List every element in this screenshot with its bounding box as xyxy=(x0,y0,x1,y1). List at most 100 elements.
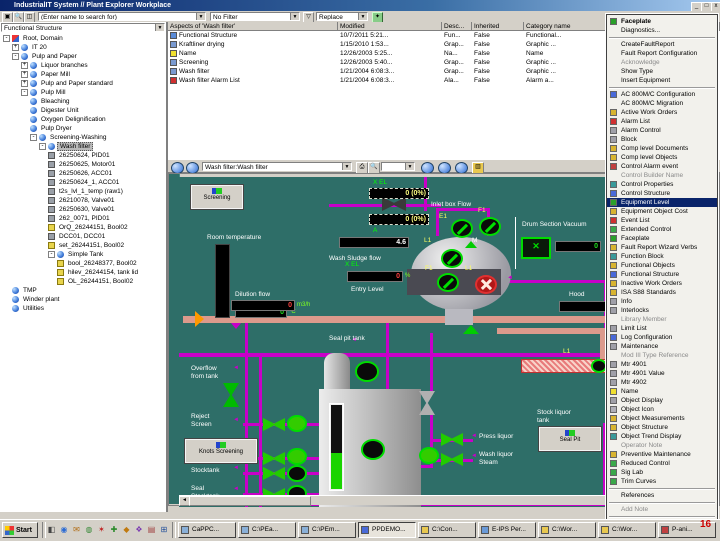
task-button[interactable]: C:\PEa... xyxy=(238,522,296,538)
menu-item[interactable]: Mtr 4902 xyxy=(607,378,717,387)
menu-item[interactable]: Control Alarm event xyxy=(607,162,717,171)
tree-item[interactable]: 262_0071, PID01 xyxy=(0,214,166,223)
quick-launch-icon[interactable]: ❖ xyxy=(134,524,145,536)
menu-item[interactable]: Maintenance xyxy=(607,342,717,351)
quick-launch-icon[interactable]: ◧ xyxy=(46,524,57,536)
menu-item[interactable]: Show Type xyxy=(607,67,717,76)
tree-item[interactable]: 26250630, Valve01 xyxy=(0,205,166,214)
tree-expander[interactable]: + xyxy=(21,79,28,87)
search-combo[interactable]: (Enter name to search for) ▼ xyxy=(38,12,206,21)
tree-item[interactable]: 26210078, Valve01 xyxy=(0,196,166,205)
start-button[interactable]: Start xyxy=(2,522,38,538)
tree-item[interactable]: bool_26248377, Bool02 xyxy=(0,259,166,268)
bowtie-valve-icon[interactable] xyxy=(441,453,463,466)
menu-item[interactable]: Equipment Object Cost xyxy=(607,207,717,216)
menu-item[interactable]: Function Block xyxy=(607,252,717,261)
bowtie-valve-icon[interactable] xyxy=(441,433,463,446)
filter-combo[interactable]: No Filter ▼ xyxy=(210,12,300,21)
tree-expander[interactable]: + xyxy=(21,70,28,78)
bowtie-valve-icon[interactable] xyxy=(263,452,285,465)
bowtie-valve-icon[interactable] xyxy=(382,197,406,211)
tree-item[interactable]: + Paper Mill xyxy=(0,70,166,79)
tree-item[interactable]: 26250624, PID01 xyxy=(0,151,166,160)
quick-launch-icon[interactable]: ◍ xyxy=(84,524,95,536)
tree-item[interactable]: Bleaching xyxy=(0,97,166,106)
menu-item[interactable]: Control Properties xyxy=(607,180,717,189)
structure-selector[interactable]: Functional Structure ▼ xyxy=(1,23,165,32)
tree-expander[interactable]: + xyxy=(12,43,19,51)
menu-item[interactable]: AC 800M/C Configuration xyxy=(607,90,717,99)
menu-item[interactable]: Fault Report Wizard Verbs xyxy=(607,243,717,252)
tree-item[interactable]: - Pulp and Paper xyxy=(0,52,166,61)
menu-item[interactable]: Object Display xyxy=(607,396,717,405)
tree-item[interactable]: OrQ_26244151, Bool02 xyxy=(0,223,166,232)
menu-item[interactable]: Fault Report Configuration► xyxy=(607,49,717,58)
tree-expander[interactable]: - xyxy=(30,133,37,141)
menu-item[interactable]: Interlocks xyxy=(607,306,717,315)
task-button[interactable]: C:\Wor... xyxy=(538,522,596,538)
tree-item[interactable]: Utilities xyxy=(0,304,166,313)
chevron-down-icon[interactable]: ▼ xyxy=(290,13,299,20)
menu-item[interactable]: Faceplate xyxy=(607,234,717,243)
menu-item[interactable]: Mtr 4901 Value xyxy=(607,369,717,378)
menu-item[interactable]: Insert Equipment xyxy=(607,76,717,85)
pump-icon[interactable] xyxy=(355,361,379,382)
menu-item[interactable]: Name xyxy=(607,387,717,396)
task-button[interactable]: C:\Wor... xyxy=(598,522,656,538)
pump-icon[interactable] xyxy=(287,448,307,466)
pump-icon[interactable] xyxy=(361,439,385,460)
rotary-valve-icon[interactable] xyxy=(441,249,463,268)
tree-item[interactable]: + Liquor branches xyxy=(0,61,166,70)
chevron-down-icon[interactable]: ▼ xyxy=(196,13,205,20)
hourglass-valve-icon[interactable] xyxy=(223,383,239,407)
tree-item[interactable]: 26250625, Motor01 xyxy=(0,160,166,169)
menu-item[interactable]: Object Structure xyxy=(607,423,717,432)
quick-launch-icon[interactable]: ✉ xyxy=(71,524,82,536)
tree-item[interactable]: Pulp Dryer xyxy=(0,124,166,133)
tree-expander[interactable]: - xyxy=(3,34,10,42)
rotary-valve-icon[interactable] xyxy=(437,273,459,292)
chevron-down-icon[interactable]: ▼ xyxy=(155,24,164,31)
menu-item[interactable]: Functional Objects xyxy=(607,261,717,270)
tree-expander[interactable]: + xyxy=(21,61,28,69)
closed-valve-icon[interactable] xyxy=(475,275,497,294)
chevron-down-icon[interactable]: ▼ xyxy=(405,163,414,170)
menu-item[interactable]: Reduced Control xyxy=(607,459,717,468)
menu-item[interactable]: Limit List xyxy=(607,324,717,333)
tree-item[interactable]: - Wash filter xyxy=(0,142,166,151)
menu-item[interactable]: AC 800M/C Migration xyxy=(607,99,717,108)
tree-item[interactable]: 26250626, ACC01 xyxy=(0,169,166,178)
pump-icon[interactable] xyxy=(287,465,307,483)
display-nav-button[interactable]: Seal Pit xyxy=(538,426,602,452)
tree-expander[interactable]: - xyxy=(21,88,28,96)
display-nav-button[interactable]: Knots Screening xyxy=(184,438,258,464)
menu-item[interactable]: Event List xyxy=(607,216,717,225)
menu-item[interactable]: CreateFaultReport xyxy=(607,40,717,49)
tree-item[interactable]: t2s_lvl_1_temp (raw1) xyxy=(0,187,166,196)
task-button[interactable]: C:\PEm... xyxy=(298,522,356,538)
tree-item[interactable]: + IT 20 xyxy=(0,43,166,52)
menu-item[interactable]: Inactive Work Orders xyxy=(607,279,717,288)
menu-item[interactable]: Alarm Control xyxy=(607,126,717,135)
menu-item[interactable]: Object Measurements xyxy=(607,414,717,423)
menu-item[interactable]: References► xyxy=(607,491,717,500)
tree-item[interactable]: set_26244151, Bool02 xyxy=(0,241,166,250)
replace-combo[interactable]: Replace ▼ xyxy=(316,12,368,21)
tree-item[interactable]: - Root, Domain xyxy=(0,34,166,43)
tree-item[interactable]: Winder plant xyxy=(0,295,166,304)
column-header[interactable]: Aspects of 'Wash filter' xyxy=(168,22,338,31)
menu-item[interactable]: Comp level Objects xyxy=(607,153,717,162)
vacuum-valve-icon[interactable]: ✕ xyxy=(521,237,551,259)
menu-item[interactable]: Block xyxy=(607,135,717,144)
tree-item[interactable]: OL_26244151, Bool02 xyxy=(0,277,166,286)
menu-item[interactable]: Mtr 4901 xyxy=(607,360,717,369)
menu-item[interactable]: Alarm List xyxy=(607,117,717,126)
menu-item[interactable]: Extended Control xyxy=(607,225,717,234)
menu-item[interactable]: Control Structure xyxy=(607,189,717,198)
tree-expander[interactable]: - xyxy=(12,52,19,60)
task-button[interactable]: C:\Con... xyxy=(418,522,476,538)
tree-expander[interactable]: - xyxy=(48,250,55,258)
tree-item[interactable]: DCC01, DCC01 xyxy=(0,232,166,241)
tree-item[interactable]: + Pulp and Paper standard xyxy=(0,79,166,88)
tree-item[interactable]: - Screening-Washing xyxy=(0,133,166,142)
